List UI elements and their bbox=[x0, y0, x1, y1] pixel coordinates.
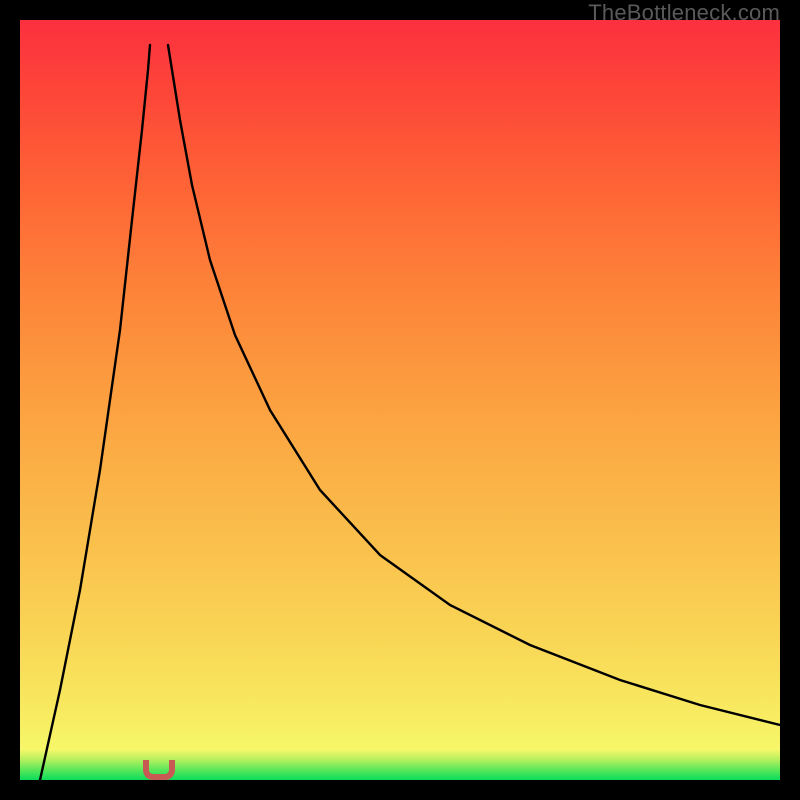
mismatch-curve bbox=[20, 20, 780, 780]
watermark-text: TheBottleneck.com bbox=[588, 0, 780, 26]
plot-area bbox=[20, 20, 780, 780]
optimal-marker bbox=[143, 760, 175, 780]
chart-frame: TheBottleneck.com bbox=[0, 0, 800, 800]
